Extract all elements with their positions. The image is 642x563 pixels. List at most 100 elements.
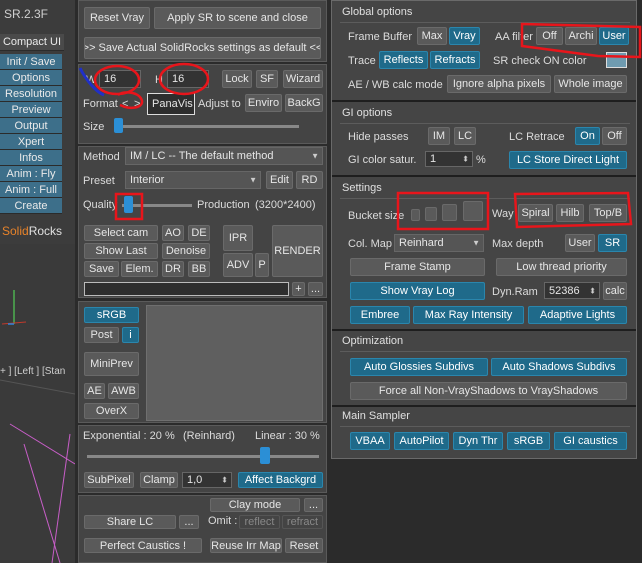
- perfect-caustics-button[interactable]: Perfect Caustics !: [84, 538, 202, 553]
- clamp-spinner[interactable]: 1,0 ⬍: [182, 472, 232, 488]
- enviro-button[interactable]: Enviro: [245, 94, 282, 112]
- embree-button[interactable]: Embree: [350, 306, 410, 324]
- sidebar-resolution[interactable]: Resolution: [0, 86, 62, 102]
- reflects-button[interactable]: Reflects: [379, 51, 428, 69]
- share-lc-button[interactable]: Share LC: [84, 515, 176, 529]
- awb-button[interactable]: AWB: [108, 383, 139, 399]
- lc-retrace-on-button[interactable]: On: [575, 127, 600, 145]
- sidebar-anim-fly[interactable]: Anim : Fly: [0, 166, 62, 182]
- elem-button[interactable]: Elem.: [121, 261, 158, 277]
- sidebar-create[interactable]: Create: [0, 198, 62, 214]
- format-field[interactable]: PanaVis: [147, 93, 195, 115]
- auto-glossies-button[interactable]: Auto Glossies Subdivs: [350, 358, 488, 376]
- ao-button[interactable]: AO: [162, 225, 184, 241]
- save-button[interactable]: Save: [84, 261, 119, 277]
- omit-refract-button[interactable]: refract: [282, 515, 323, 529]
- col-map-dropdown[interactable]: Reinhard ▼: [394, 234, 484, 252]
- srgb-sampler-button[interactable]: sRGB: [507, 432, 550, 450]
- aa-archi-button[interactable]: Archi: [565, 27, 597, 45]
- de-button[interactable]: DE: [188, 225, 210, 241]
- fb-max-button[interactable]: Max: [417, 27, 447, 45]
- bucket-size-s[interactable]: [425, 207, 437, 221]
- sidebar-preview[interactable]: Preview: [0, 102, 62, 118]
- max-depth-user-button[interactable]: User: [565, 234, 595, 252]
- width-field[interactable]: 16: [99, 70, 141, 88]
- affect-backgrd-button[interactable]: Affect Backgrd: [238, 472, 323, 488]
- bucket-size-l[interactable]: [463, 201, 483, 221]
- sidebar-compact-ui[interactable]: Compact UI: [0, 34, 64, 51]
- render-button[interactable]: RENDER: [272, 225, 323, 277]
- info-button[interactable]: i: [122, 327, 139, 343]
- fb-vray-button[interactable]: Vray: [449, 27, 480, 45]
- format-next-button[interactable]: >: [134, 98, 140, 110]
- reset-vray-button[interactable]: Reset Vray: [84, 7, 150, 29]
- max-ray-intensity-button[interactable]: Max Ray Intensity: [413, 306, 524, 324]
- clay-mode-button[interactable]: Clay mode: [210, 498, 300, 512]
- hide-im-button[interactable]: IM: [428, 127, 450, 145]
- preset-edit-button[interactable]: Edit: [266, 171, 293, 189]
- gi-caustics-button[interactable]: GI caustics: [554, 432, 627, 450]
- dyn-ram-spinner[interactable]: 52386 ⬍: [544, 282, 600, 299]
- height-field[interactable]: 16: [167, 70, 209, 88]
- format-prev-button[interactable]: <: [122, 98, 128, 110]
- adaptive-lights-button[interactable]: Adaptive Lights: [528, 306, 627, 324]
- bb-button[interactable]: BB: [188, 261, 210, 277]
- way-hilb-button[interactable]: Hilb: [556, 204, 584, 222]
- aa-off-button[interactable]: Off: [536, 27, 563, 45]
- post-button[interactable]: Post: [84, 327, 119, 343]
- quality-slider-thumb[interactable]: [124, 196, 133, 213]
- show-last-button[interactable]: Show Last: [84, 243, 158, 259]
- select-cam-button[interactable]: Select cam: [84, 225, 158, 241]
- denoise-button[interactable]: Denoise: [162, 243, 210, 259]
- method-dropdown[interactable]: IM / LC -- The default method ▼: [125, 147, 323, 165]
- more-button[interactable]: ...: [308, 282, 323, 296]
- sidebar-options[interactable]: Options: [0, 70, 62, 86]
- wizard-button[interactable]: Wizard: [283, 70, 323, 88]
- preset-rd-button[interactable]: RD: [296, 171, 323, 189]
- bucket-size-m[interactable]: [442, 204, 457, 221]
- sidebar-infos[interactable]: Infos: [0, 150, 62, 166]
- reuse-irr-map-button[interactable]: Reuse Irr Map: [210, 538, 282, 553]
- clay-more-button[interactable]: ...: [304, 498, 323, 512]
- show-vray-log-button[interactable]: Show Vray Log: [350, 282, 485, 300]
- ipr-button[interactable]: IPR: [223, 225, 253, 251]
- backg-button[interactable]: BackG: [285, 94, 323, 112]
- dr-button[interactable]: DR: [162, 261, 184, 277]
- refracts-button[interactable]: Refracts: [430, 51, 480, 69]
- render-input-bar[interactable]: [84, 282, 289, 296]
- overx-button[interactable]: OverX: [84, 403, 139, 419]
- frame-stamp-button[interactable]: Frame Stamp: [350, 258, 485, 276]
- whole-image-button[interactable]: Whole image: [554, 75, 627, 93]
- save-default-button[interactable]: >> Save Actual SolidRocks settings as de…: [84, 37, 321, 59]
- size-slider-track[interactable]: [114, 125, 299, 128]
- ae-button[interactable]: AE: [84, 383, 105, 399]
- miniprev-button[interactable]: MiniPrev: [84, 352, 139, 376]
- exposure-slider-track[interactable]: [87, 455, 319, 458]
- reset-button[interactable]: Reset: [285, 538, 323, 553]
- ignore-alpha-button[interactable]: Ignore alpha pixels: [447, 75, 551, 93]
- autopilot-button[interactable]: AutoPilot: [394, 432, 449, 450]
- sidebar-init-save[interactable]: Init / Save: [0, 54, 62, 70]
- share-more-button[interactable]: ...: [179, 515, 199, 529]
- way-topb-button[interactable]: Top/B: [589, 204, 627, 222]
- apply-sr-button[interactable]: Apply SR to scene and close: [154, 7, 321, 29]
- bucket-size-xs[interactable]: [411, 209, 420, 221]
- aa-user-button[interactable]: User: [599, 27, 629, 45]
- calc-button[interactable]: calc: [603, 282, 627, 300]
- sidebar-output[interactable]: Output: [0, 118, 62, 134]
- lock-button[interactable]: Lock: [222, 70, 252, 88]
- plus-button[interactable]: +: [292, 282, 305, 296]
- adv-button[interactable]: ADV: [223, 253, 253, 277]
- srgb-toggle[interactable]: sRGB: [84, 307, 139, 323]
- sidebar-xpert[interactable]: Xpert: [0, 134, 62, 150]
- auto-shadows-button[interactable]: Auto Shadows Subdivs: [491, 358, 627, 376]
- exposure-slider-thumb[interactable]: [260, 447, 270, 464]
- p-button[interactable]: P: [255, 253, 269, 277]
- sr-check-color-swatch[interactable]: [606, 52, 627, 68]
- sidebar-anim-full[interactable]: Anim : Full: [0, 182, 62, 198]
- subpixel-button[interactable]: SubPixel: [84, 472, 134, 488]
- force-vrayshadows-button[interactable]: Force all Non-VrayShadows to VrayShadows: [350, 382, 627, 400]
- sf-button[interactable]: SF: [256, 70, 278, 88]
- hide-lc-button[interactable]: LC: [454, 127, 476, 145]
- size-slider-thumb[interactable]: [114, 118, 123, 133]
